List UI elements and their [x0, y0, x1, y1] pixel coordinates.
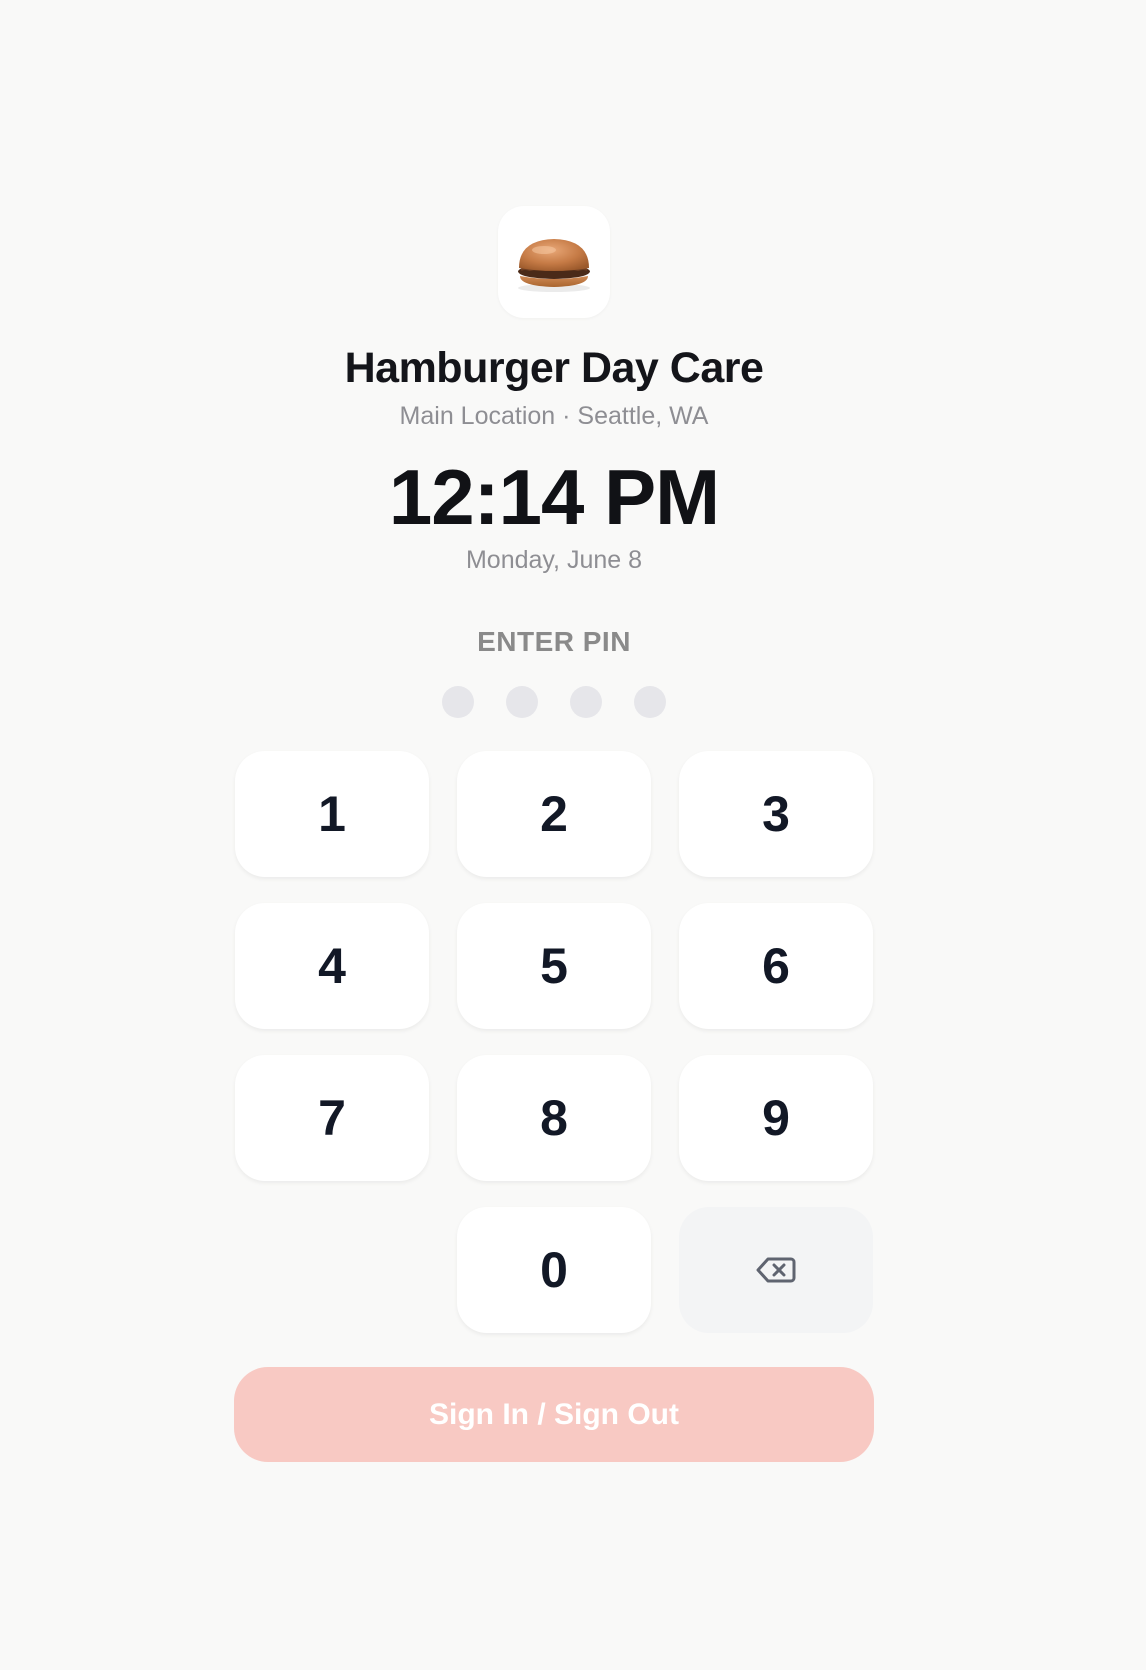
- backspace-button[interactable]: [679, 1207, 873, 1333]
- keypad-spacer: [235, 1207, 429, 1333]
- key-4[interactable]: 4: [235, 903, 429, 1029]
- pin-dot-2: [506, 686, 538, 718]
- pin-label: ENTER PIN: [477, 626, 631, 657]
- pin-dot-1: [442, 686, 474, 718]
- pin-login-screen: Hamburger Day Care Main Location · Seatt…: [0, 0, 1146, 1670]
- pin-dot-3: [570, 686, 602, 718]
- pin-indicator: [0, 686, 1108, 718]
- key-6[interactable]: 6: [679, 903, 873, 1029]
- hamburger-icon: [518, 239, 590, 292]
- current-time: 12:14 PM: [388, 453, 720, 541]
- key-8[interactable]: 8: [457, 1055, 651, 1181]
- backspace-icon: [756, 1257, 796, 1283]
- logo-tile: [498, 206, 610, 318]
- key-5[interactable]: 5: [457, 903, 651, 1029]
- key-7[interactable]: 7: [235, 1055, 429, 1181]
- business-name: Hamburger Day Care: [344, 344, 764, 392]
- current-date: Monday, June 8: [465, 546, 643, 574]
- key-1[interactable]: 1: [235, 751, 429, 877]
- key-9[interactable]: 9: [679, 1055, 873, 1181]
- numeric-keypad: 1 2 3 4 5 6 7 8 9 0: [235, 751, 874, 1333]
- sign-in-sign-out-button[interactable]: Sign In / Sign Out: [234, 1367, 874, 1462]
- key-3[interactable]: 3: [679, 751, 873, 877]
- location-subtitle: Main Location · Seattle, WA: [399, 402, 709, 430]
- key-0[interactable]: 0: [457, 1207, 651, 1333]
- pin-dot-4: [634, 686, 666, 718]
- key-2[interactable]: 2: [457, 751, 651, 877]
